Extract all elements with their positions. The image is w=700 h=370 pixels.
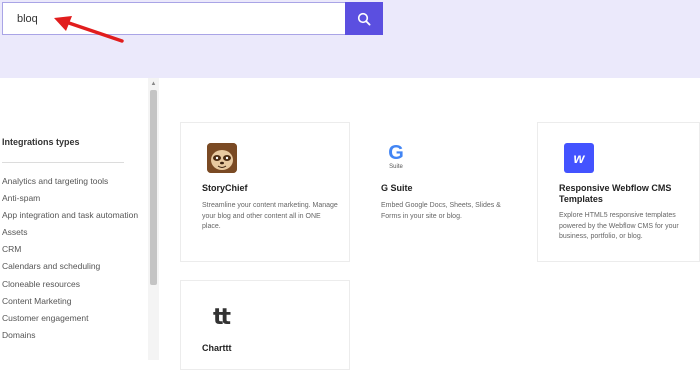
sidebar-list: Analytics and targeting tools Anti-spam … bbox=[2, 176, 142, 347]
search-hero bbox=[0, 0, 700, 78]
card-description: Streamline your content marketing. Manag… bbox=[202, 202, 338, 230]
scroll-up-icon[interactable]: ▲ bbox=[148, 78, 159, 89]
gsuite-logo-icon: G Suite bbox=[381, 143, 411, 173]
sidebar-item-content-marketing[interactable]: Content Marketing bbox=[2, 296, 142, 308]
sidebar-item-cloneable[interactable]: Cloneable resources bbox=[2, 279, 142, 291]
sidebar-item-app-integration[interactable]: App integration and task automation bbox=[2, 210, 142, 222]
sidebar-divider bbox=[2, 162, 124, 163]
sidebar-content: Integrations types Analytics and targeti… bbox=[2, 78, 147, 360]
integration-card-storychief[interactable]: StoryChief Streamline your content marke… bbox=[180, 122, 350, 262]
card-description: Explore HTML5 responsive templates power… bbox=[559, 212, 679, 240]
scrollbar-thumb[interactable] bbox=[150, 90, 157, 285]
card-title: Charttt bbox=[202, 343, 232, 353]
search-input[interactable] bbox=[2, 2, 345, 35]
integration-card-charttt[interactable]: tt Charttt bbox=[180, 280, 350, 370]
search-icon bbox=[357, 12, 371, 26]
gsuite-logo-caption: Suite bbox=[389, 164, 403, 170]
sidebar-item-domains[interactable]: Domains bbox=[2, 330, 142, 342]
card-title: StoryChief bbox=[202, 183, 248, 193]
card-title: G Suite bbox=[381, 183, 413, 193]
sidebar-item-anti-spam[interactable]: Anti-spam bbox=[2, 193, 142, 205]
sidebar-scrollbar[interactable]: ▲ bbox=[148, 78, 159, 360]
search-button[interactable] bbox=[345, 2, 383, 35]
sidebar-item-assets[interactable]: Assets bbox=[2, 227, 142, 239]
integration-card-gsuite[interactable]: G Suite G Suite Embed Google Docs, Sheet… bbox=[358, 122, 530, 262]
card-title: Responsive Webflow CMS Templates bbox=[559, 183, 672, 204]
charttt-logo-icon: tt bbox=[213, 305, 231, 330]
sidebar-item-customer-engagement[interactable]: Customer engagement bbox=[2, 313, 142, 325]
integration-card-webflow[interactable]: w Responsive Webflow CMS Templates Explo… bbox=[537, 122, 700, 262]
storychief-logo-icon bbox=[207, 143, 237, 173]
webflow-logo-icon: w bbox=[564, 143, 594, 173]
sidebar-title: Integrations types bbox=[2, 137, 80, 147]
sidebar-item-crm[interactable]: CRM bbox=[2, 244, 142, 256]
sidebar-item-calendars[interactable]: Calendars and scheduling bbox=[2, 261, 142, 273]
sidebar-item-analytics[interactable]: Analytics and targeting tools bbox=[2, 176, 142, 188]
search-bar bbox=[2, 2, 383, 35]
card-description: Embed Google Docs, Sheets, Slides & Form… bbox=[381, 202, 501, 220]
gsuite-logo-letter: G bbox=[388, 142, 404, 164]
sidebar: Integrations types Analytics and targeti… bbox=[0, 78, 160, 360]
